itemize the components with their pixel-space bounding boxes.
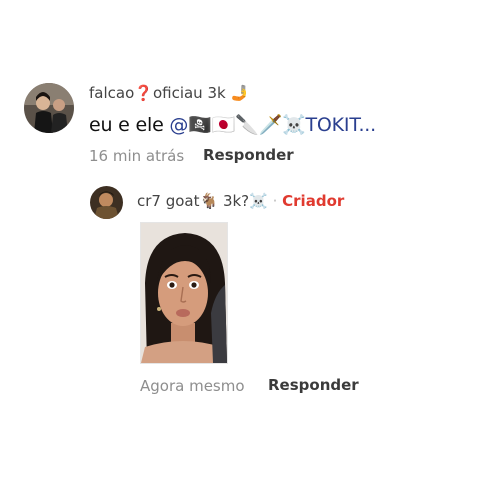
- comment-text: eu e ele @🏴‍☠️🇯🇵🔪🗡️☠️TOKIT...: [89, 114, 376, 136]
- avatar-photo-icon: [24, 83, 74, 133]
- creator-badge: Criador: [282, 192, 345, 210]
- avatar-photo-icon: [90, 186, 123, 219]
- comment-timestamp: 16 min atrás: [89, 147, 185, 165]
- separator-dot: ·: [272, 192, 278, 210]
- comment-username[interactable]: cr7 goat🐐 3k?☠️ · Criador: [137, 192, 344, 210]
- avatar[interactable]: [24, 83, 74, 133]
- question-mark-icon: ❓: [134, 84, 153, 102]
- comment-timestamp: Agora mesmo: [140, 377, 245, 395]
- comment-username[interactable]: falcao❓oficiau 3k 🤳: [89, 84, 249, 102]
- comment-image[interactable]: [140, 222, 228, 364]
- mention-link[interactable]: @🏴‍☠️🇯🇵🔪🗡️☠️TOKIT...: [169, 114, 376, 136]
- avatar[interactable]: [90, 186, 123, 219]
- selfie-hand-icon: 🤳: [230, 84, 250, 102]
- reply-button[interactable]: Responder: [203, 146, 294, 164]
- girl-photo-icon: [141, 223, 227, 363]
- reply-button[interactable]: Responder: [268, 376, 359, 394]
